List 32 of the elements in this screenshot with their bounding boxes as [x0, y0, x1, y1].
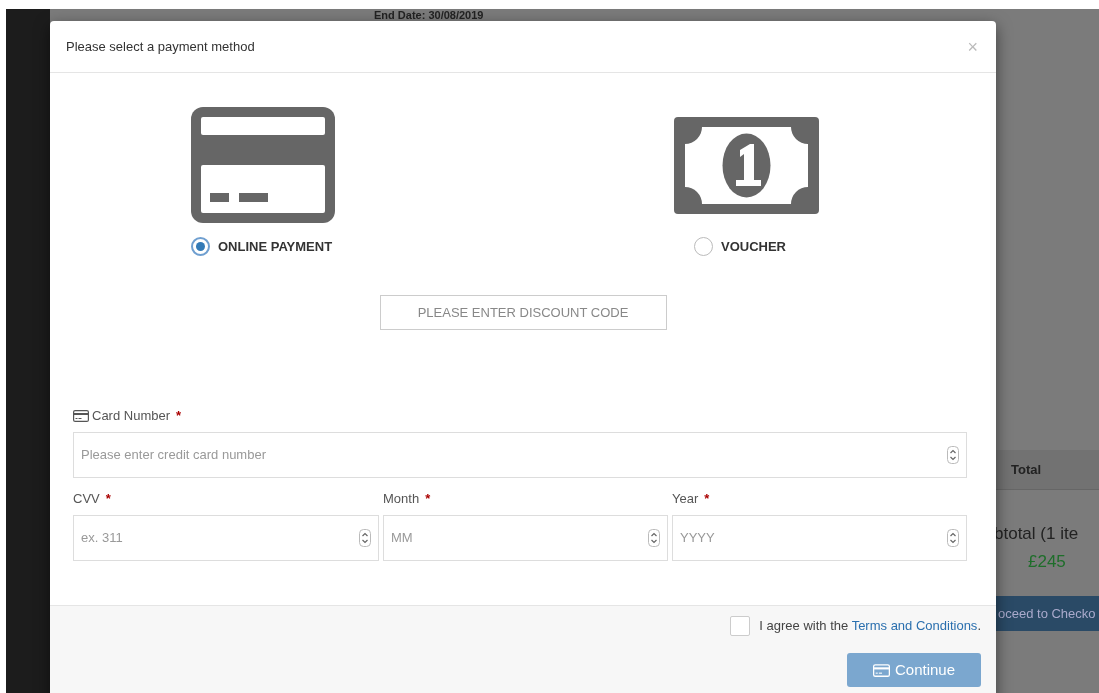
banknote-icon [674, 117, 819, 214]
checkout-button[interactable]: oceed to Checko [996, 596, 1099, 631]
agree-text: I agree with the Terms and Conditions. [759, 617, 981, 636]
dialog-title: Please select a payment method [66, 37, 255, 56]
radio-button[interactable] [191, 237, 210, 257]
required-mark: * [176, 406, 182, 425]
card-icon [73, 409, 89, 422]
payment-method-label: VOUCHER [721, 238, 786, 256]
required-mark: * [105, 489, 111, 508]
input-field[interactable]: ex. 311 [73, 514, 379, 561]
spinner-arrows-icon[interactable] [648, 528, 660, 547]
field-label: Card Number [92, 406, 171, 425]
agree-checkbox[interactable] [730, 616, 751, 636]
table-header: Total [1011, 460, 1042, 479]
field-label: Month [383, 489, 420, 508]
spinner-arrows-icon[interactable] [359, 528, 371, 547]
discount-code-field[interactable]: PLEASE ENTER DISCOUNT CODE [379, 294, 667, 330]
spinner-arrows-icon[interactable] [947, 528, 959, 547]
required-mark: * [425, 489, 431, 508]
input-field[interactable]: YYYY [672, 514, 967, 561]
credit-card-icon [191, 107, 335, 223]
card-icon [872, 663, 890, 677]
input-field[interactable]: Please enter credit card number [73, 431, 967, 478]
spinner-arrows-icon[interactable] [947, 445, 959, 464]
amount-text: £245 [1028, 551, 1066, 573]
payment-method-label: ONLINE PAYMENT [218, 238, 333, 256]
radio-button[interactable] [694, 237, 713, 257]
field-label: CVV [73, 489, 100, 508]
required-mark: * [704, 489, 710, 508]
input-field[interactable]: MM [383, 514, 668, 561]
field-label: Year [672, 489, 699, 508]
end-date-text: End Date: 30/08/2019 [374, 9, 484, 21]
